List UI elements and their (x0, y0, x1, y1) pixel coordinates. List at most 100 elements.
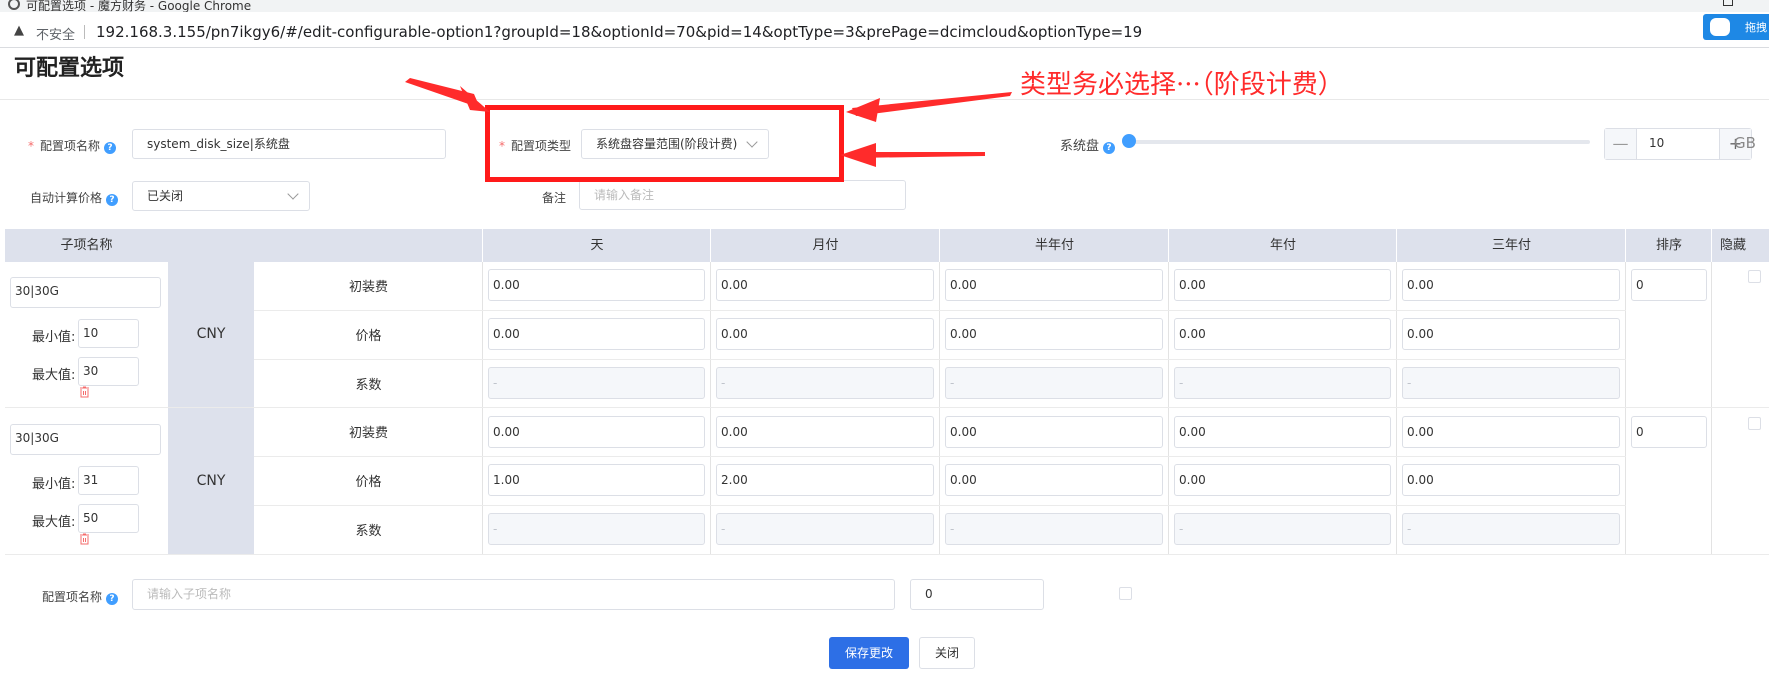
max-input[interactable]: 30 (78, 357, 139, 386)
th-year: 年付 (1269, 238, 1296, 253)
annotation-text: 类型务必选择···（阶段计费） (1020, 70, 1344, 100)
arrow-right-top-head (846, 98, 880, 122)
extension-button[interactable]: 拖拽 (1703, 14, 1769, 40)
setup-month-input[interactable]: 0.00 (716, 416, 934, 448)
price-half-year-input[interactable]: 0.00 (945, 464, 1163, 496)
grid-line (254, 505, 1626, 506)
coef-half-year-input: - (945, 513, 1163, 545)
setup-year-input[interactable]: 0.00 (1174, 269, 1391, 301)
currency-cell: CNY (168, 408, 254, 554)
row-label-price: 价格 (355, 475, 382, 490)
stepper-value[interactable]: 10 (1649, 136, 1664, 150)
min-label: 最小值: (32, 477, 76, 492)
insecure-label[interactable]: 不安全 (36, 24, 75, 43)
maximize-icon[interactable] (1723, 0, 1733, 6)
new-item-hidden-checkbox[interactable] (1119, 587, 1132, 600)
save-button[interactable]: 保存更改 (829, 637, 909, 669)
disk-stepper[interactable]: — 10 + (1604, 128, 1752, 160)
row-label-price: 价格 (355, 329, 382, 344)
price-three-year-input[interactable]: 0.00 (1402, 318, 1620, 350)
hidden-checkbox[interactable] (1748, 417, 1761, 430)
cloud-icon (1710, 18, 1730, 36)
sort-input[interactable]: 0 (1631, 416, 1707, 448)
option-name-label: * 配置项名称? (28, 137, 117, 154)
price-three-year-input[interactable]: 0.00 (1402, 464, 1620, 496)
price-year-input[interactable]: 0.00 (1174, 318, 1391, 350)
page-title: 可配置选项 (14, 56, 125, 81)
trash-icon[interactable] (79, 533, 90, 545)
coef-month-input: - (716, 367, 934, 399)
window-title: 可配置选项 - 魔方财务 - Google Chrome (26, 0, 252, 12)
grid-line (5, 554, 1769, 555)
trash-icon[interactable] (79, 386, 90, 398)
new-item-label: 配置项名称? (42, 588, 119, 605)
stepper-minus-button[interactable]: — (1605, 129, 1637, 159)
coef-day-input: - (488, 513, 705, 545)
max-input[interactable]: 50 (78, 504, 139, 533)
price-half-year-input[interactable]: 0.00 (945, 318, 1163, 350)
coef-year-input: - (1174, 367, 1391, 399)
setup-three-year-input[interactable]: 0.00 (1402, 416, 1620, 448)
help-icon[interactable]: ? (1103, 142, 1116, 154)
close-button[interactable]: 关闭 (919, 637, 975, 669)
disk-slider-track[interactable] (1131, 140, 1590, 144)
new-item-name-input[interactable]: 请输入子项名称 (132, 579, 895, 610)
th-sub-name: 子项名称 (60, 238, 113, 253)
disk-slider-thumb[interactable] (1122, 134, 1136, 148)
th-half-year: 半年付 (1034, 238, 1074, 253)
min-input[interactable]: 31 (78, 466, 139, 495)
option-name-input[interactable]: system_disk_size|系统盘 (132, 129, 446, 159)
new-item-sort-input[interactable]: 0 (910, 579, 1044, 610)
setup-half-year-input[interactable]: 0.00 (945, 269, 1163, 301)
coef-year-input: - (1174, 513, 1391, 545)
sort-input[interactable]: 0 (1631, 269, 1707, 301)
title-divider (0, 99, 1769, 100)
auto-price-select[interactable]: 已关闭 (132, 181, 310, 211)
coef-day-input: - (488, 367, 705, 399)
setup-month-input[interactable]: 0.00 (716, 269, 934, 301)
price-month-input[interactable]: 0.00 (716, 318, 934, 350)
sub-item-name-input[interactable]: 30|30G (10, 424, 161, 455)
chrome-icon (8, 0, 20, 10)
disk-unit: GB (1734, 134, 1756, 152)
help-icon[interactable]: ? (106, 194, 119, 206)
extension-label: 拖拽 (1745, 21, 1767, 34)
row-label-coef: 系数 (355, 524, 382, 539)
sub-item-name-input[interactable]: 30|30G (10, 277, 161, 308)
arrow-right-mid (852, 152, 985, 158)
setup-day-input[interactable]: 0.00 (488, 269, 705, 301)
row-label-setup: 初装费 (348, 280, 388, 295)
remark-input[interactable]: 请输入备注 (579, 180, 906, 210)
setup-day-input[interactable]: 0.00 (488, 416, 705, 448)
coef-month-input: - (716, 513, 934, 545)
url-text[interactable]: 192.168.3.155/pn7ikgy6/#/edit-configurab… (96, 23, 1142, 41)
annotation-highlight-box (485, 105, 844, 182)
address-bar[interactable]: ▲ 不安全 192.168.3.155/pn7ikgy6/#/edit-conf… (0, 12, 1769, 48)
max-label: 最大值: (32, 368, 76, 383)
arrow-right-top (852, 92, 1012, 116)
grid-line (939, 262, 940, 555)
setup-three-year-input[interactable]: 0.00 (1402, 269, 1620, 301)
price-year-input[interactable]: 0.00 (1174, 464, 1391, 496)
min-input[interactable]: 10 (78, 319, 139, 348)
price-day-input[interactable]: 1.00 (488, 464, 705, 496)
setup-year-input[interactable]: 0.00 (1174, 416, 1391, 448)
grid-line (482, 262, 483, 555)
hidden-checkbox[interactable] (1748, 270, 1761, 283)
setup-half-year-input[interactable]: 0.00 (945, 416, 1163, 448)
help-icon[interactable]: ? (104, 142, 117, 154)
price-month-input[interactable]: 2.00 (716, 464, 934, 496)
grid-line (1711, 262, 1712, 555)
chevron-down-icon (287, 188, 299, 200)
grid-line (1396, 262, 1397, 555)
warning-icon[interactable]: ▲ (14, 23, 24, 38)
th-month: 月付 (812, 238, 839, 253)
price-day-input[interactable]: 0.00 (488, 318, 705, 350)
auto-price-value: 已关闭 (147, 189, 184, 203)
grid-line (710, 262, 711, 555)
help-icon[interactable]: ? (106, 593, 119, 605)
grid-line (1625, 262, 1626, 555)
remark-label: 备注 (542, 191, 567, 205)
auto-price-label: 自动计算价格? (30, 189, 119, 206)
th-day: 天 (590, 238, 604, 253)
